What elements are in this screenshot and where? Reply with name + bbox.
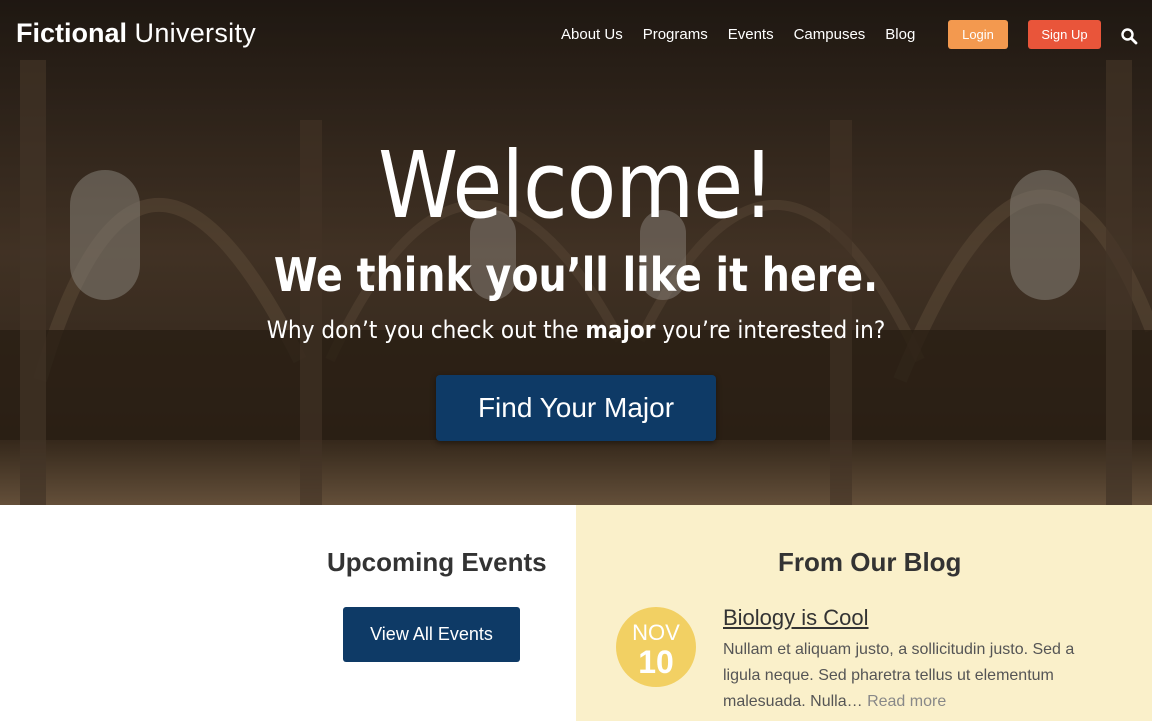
hero-title: Welcome! [378, 132, 775, 239]
logo-light-text: University [134, 18, 257, 48]
main-nav: About Us Programs Events Campuses Blog [561, 26, 935, 43]
post-date-month: NOV [632, 620, 680, 645]
blog-section: From Our Blog NOV 10 Biology is Cool Nul… [576, 505, 1152, 721]
post-title-link[interactable]: Biology is Cool [723, 605, 869, 631]
hero-text-start: Why don’t you check out the [266, 316, 586, 344]
sign-up-button[interactable]: Sign Up [1028, 20, 1101, 49]
login-button[interactable]: Login [948, 20, 1008, 49]
post-date-badge[interactable]: NOV 10 [616, 607, 696, 687]
site-logo[interactable]: Fictional University [16, 18, 256, 49]
find-your-major-button[interactable]: Find Your Major [436, 375, 716, 441]
blog-title: From Our Blog [778, 547, 962, 577]
hero-subtitle: We think you’ll like it here. [273, 248, 879, 302]
hero-text-bold: major [585, 316, 656, 344]
nav-about-us[interactable]: About Us [561, 26, 623, 43]
hero-section: Fictional University About Us Programs E… [0, 0, 1152, 505]
post-date-day: 10 [638, 644, 674, 680]
events-section: Upcoming Events View All Events [0, 505, 576, 721]
nav-events[interactable]: Events [728, 26, 774, 43]
hero-text: Why don’t you check out the major you’re… [58, 316, 1095, 344]
nav-blog[interactable]: Blog [885, 26, 915, 43]
events-title: Upcoming Events [327, 547, 547, 577]
post-excerpt: Nullam et aliquam justo, a sollicitudin … [723, 637, 1083, 715]
logo-bold-text: Fictional [16, 18, 128, 48]
view-all-events-button[interactable]: View All Events [343, 607, 520, 662]
hero-text-end: you’re interested in? [655, 316, 886, 344]
nav-programs[interactable]: Programs [643, 26, 708, 43]
nav-campuses[interactable]: Campuses [794, 26, 866, 43]
read-more-link[interactable]: Read more [867, 693, 946, 710]
search-icon[interactable] [1120, 27, 1138, 45]
site-header: Fictional University About Us Programs E… [0, 0, 1152, 70]
